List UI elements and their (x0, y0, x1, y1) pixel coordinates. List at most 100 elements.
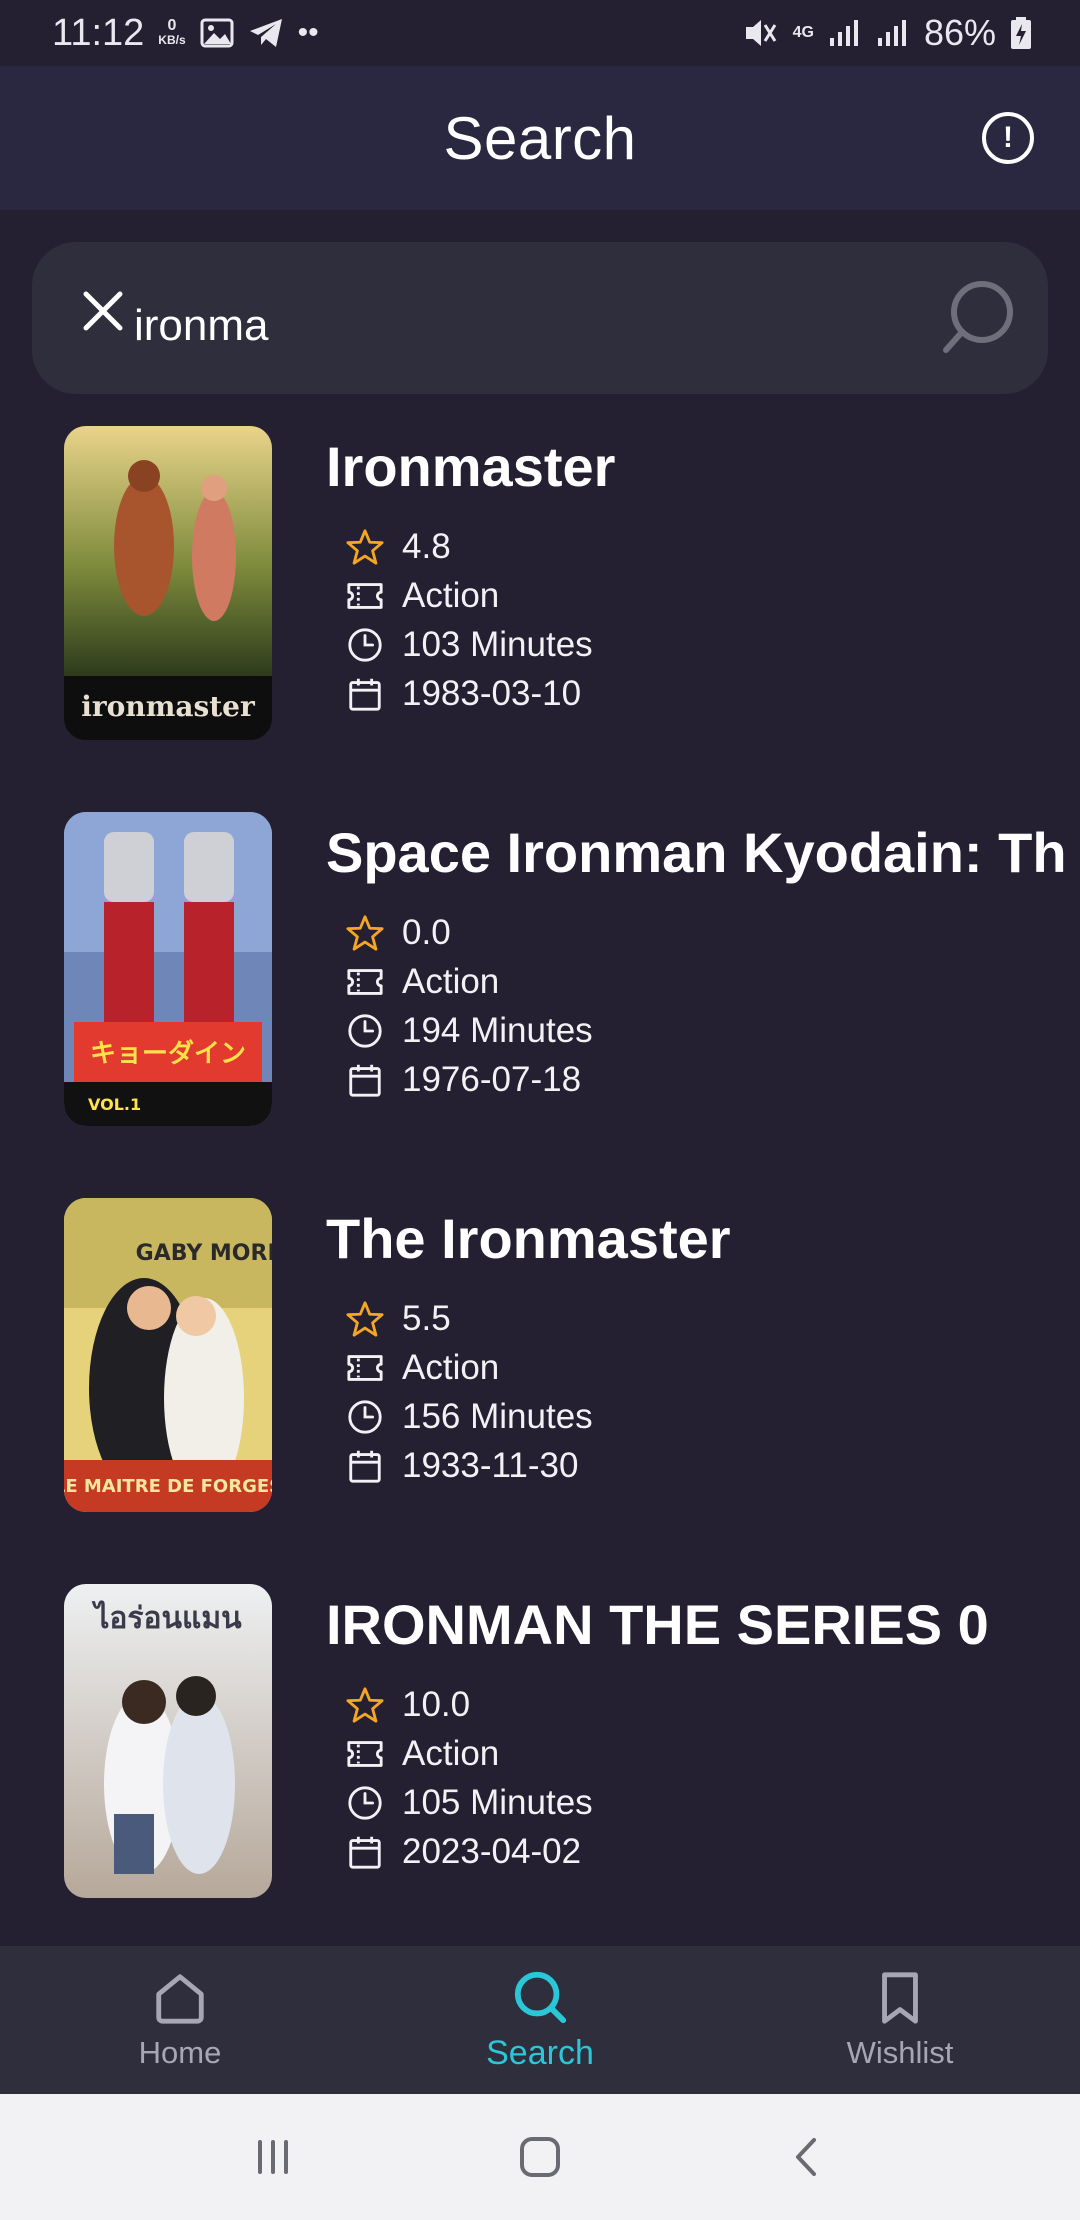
svg-text:LE MAITRE DE FORGES: LE MAITRE DE FORGES (64, 1476, 272, 1497)
status-left: 11:12 0 KB/s •• (52, 12, 319, 55)
net-speed: 0 KB/s (158, 17, 185, 48)
duration-value: 103 Minutes (402, 624, 593, 664)
nav-wishlist-label: Wishlist (846, 2035, 954, 2070)
rating-value: 5.5 (402, 1298, 451, 1338)
calendar-icon (349, 1064, 381, 1097)
signal-icon-2 (877, 20, 906, 46)
clock-icon (348, 1013, 382, 1048)
calendar-icon (349, 678, 381, 711)
star-icon (346, 1686, 384, 1723)
movie-poster[interactable]: キョーダイン VOL.1 (64, 812, 272, 1126)
date-value: 2023-04-02 (402, 1831, 582, 1871)
movie-title: Space Ironman Kyodain: Th (326, 821, 1067, 884)
poster-image: ironmaster (64, 426, 272, 740)
movie-meta: 5.5 Action 156 Minutes 1933-11-30 (346, 1294, 593, 1490)
movie-title: IRONMAN THE SERIES 0 (326, 1593, 989, 1656)
date-row: 1933-11-30 (346, 1441, 593, 1490)
signal-icon (829, 20, 858, 46)
clear-search-icon[interactable] (80, 288, 126, 334)
movie-item[interactable]: ไอร่อนแมน IRONMAN THE SERIES 0 10.0 Acti… (0, 1576, 1080, 1906)
ticket-icon (347, 582, 383, 609)
genre-value: Action (402, 575, 500, 615)
duration-value: 156 Minutes (402, 1396, 593, 1436)
rating-row: 10.0 (346, 1680, 593, 1729)
star-icon (346, 1300, 384, 1337)
status-right: 4G 86% (743, 12, 1032, 54)
genre-row: Action (346, 571, 593, 620)
search-results-list: ironmaster Ironmaster 4.8 Action 103 Min… (0, 418, 1080, 1946)
app-bar: Search ! (0, 66, 1080, 210)
home-icon (156, 1974, 204, 2024)
genre-value: Action (402, 1733, 500, 1773)
movie-item[interactable]: キョーダイン VOL.1 Space Ironman Kyodain: Th 0… (0, 804, 1080, 1134)
genre-value: Action (402, 1347, 500, 1387)
gallery-icon (200, 18, 234, 48)
star-icon (346, 528, 384, 565)
genre-row: Action (346, 957, 593, 1006)
movie-poster[interactable]: ไอร่อนแมน (64, 1584, 272, 1898)
movie-item[interactable]: GABY MORLAY LE MAITRE DE FORGES The Iron… (0, 1190, 1080, 1520)
duration-row: 156 Minutes (346, 1392, 593, 1441)
bookmark-icon (882, 1972, 918, 2024)
nav-search[interactable]: Search (360, 1946, 720, 2094)
duration-row: 194 Minutes (346, 1006, 593, 1055)
rating-row: 5.5 (346, 1294, 593, 1343)
rating-row: 4.8 (346, 522, 593, 571)
movie-title: Ironmaster (326, 435, 616, 498)
ticket-icon (347, 968, 383, 995)
poster-logo-text: ironmaster (81, 690, 256, 723)
date-value: 1976-07-18 (402, 1059, 582, 1099)
rating-value: 4.8 (402, 526, 451, 566)
rating-value: 10.0 (402, 1684, 471, 1724)
calendar-icon (349, 1450, 381, 1483)
poster-logo-text: GABY MORLAY (136, 1241, 272, 1266)
back-icon[interactable] (782, 2132, 832, 2182)
info-icon[interactable]: ! (982, 112, 1034, 164)
date-row: 1976-07-18 (346, 1055, 593, 1104)
search-bar (32, 242, 1048, 394)
bottom-nav: Home Search Wishlist (0, 1946, 1080, 2094)
nav-home[interactable]: Home (0, 1946, 360, 2094)
status-bar: 11:12 0 KB/s •• 4G 86% (0, 0, 1080, 66)
search-input[interactable] (134, 274, 934, 364)
recent-apps-icon[interactable] (248, 2132, 298, 2182)
battery-charging-icon (1011, 17, 1031, 49)
genre-value: Action (402, 961, 500, 1001)
movie-poster[interactable]: ironmaster (64, 426, 272, 740)
poster-image: GABY MORLAY LE MAITRE DE FORGES (64, 1198, 272, 1512)
date-value: 1983-03-10 (402, 673, 582, 713)
ticket-icon (347, 1740, 383, 1767)
poster-logo-text: ไอร่อนแมน (91, 1600, 242, 1636)
date-row: 1983-03-10 (346, 669, 593, 718)
rating-row: 0.0 (346, 908, 593, 957)
duration-value: 105 Minutes (402, 1782, 593, 1822)
system-nav-bar (0, 2094, 1080, 2220)
poster-logo-text: VOL.1 (88, 1095, 141, 1114)
nav-search-label: Search (486, 2033, 594, 2072)
calendar-icon (349, 1836, 381, 1869)
genre-row: Action (346, 1729, 593, 1778)
duration-row: 103 Minutes (346, 620, 593, 669)
movie-meta: 4.8 Action 103 Minutes 1983-03-10 (346, 522, 593, 718)
poster-image: キョーダイン VOL.1 (64, 812, 272, 1126)
clock-icon (348, 627, 382, 662)
clock-icon (348, 1399, 382, 1434)
status-time: 11:12 (52, 11, 145, 54)
movie-meta: 10.0 Action 105 Minutes 2023-04-02 (346, 1680, 593, 1876)
star-icon (346, 914, 384, 951)
movie-poster[interactable]: GABY MORLAY LE MAITRE DE FORGES (64, 1198, 272, 1512)
search-submit-icon[interactable] (938, 278, 1018, 358)
movie-title: The Ironmaster (326, 1207, 731, 1270)
home-button-icon[interactable] (515, 2132, 565, 2182)
movie-item[interactable]: ironmaster Ironmaster 4.8 Action 103 Min… (0, 418, 1080, 748)
network-type: 4G (792, 24, 814, 41)
net-speed-value: 0 (167, 17, 177, 34)
search-icon (514, 1971, 567, 2023)
genre-row: Action (346, 1343, 593, 1392)
duration-value: 194 Minutes (402, 1010, 593, 1050)
movie-meta: 0.0 Action 194 Minutes 1976-07-18 (346, 908, 593, 1104)
date-value: 1933-11-30 (402, 1445, 579, 1485)
nav-wishlist[interactable]: Wishlist (720, 1946, 1080, 2094)
rating-value: 0.0 (402, 912, 451, 952)
date-row: 2023-04-02 (346, 1827, 593, 1876)
